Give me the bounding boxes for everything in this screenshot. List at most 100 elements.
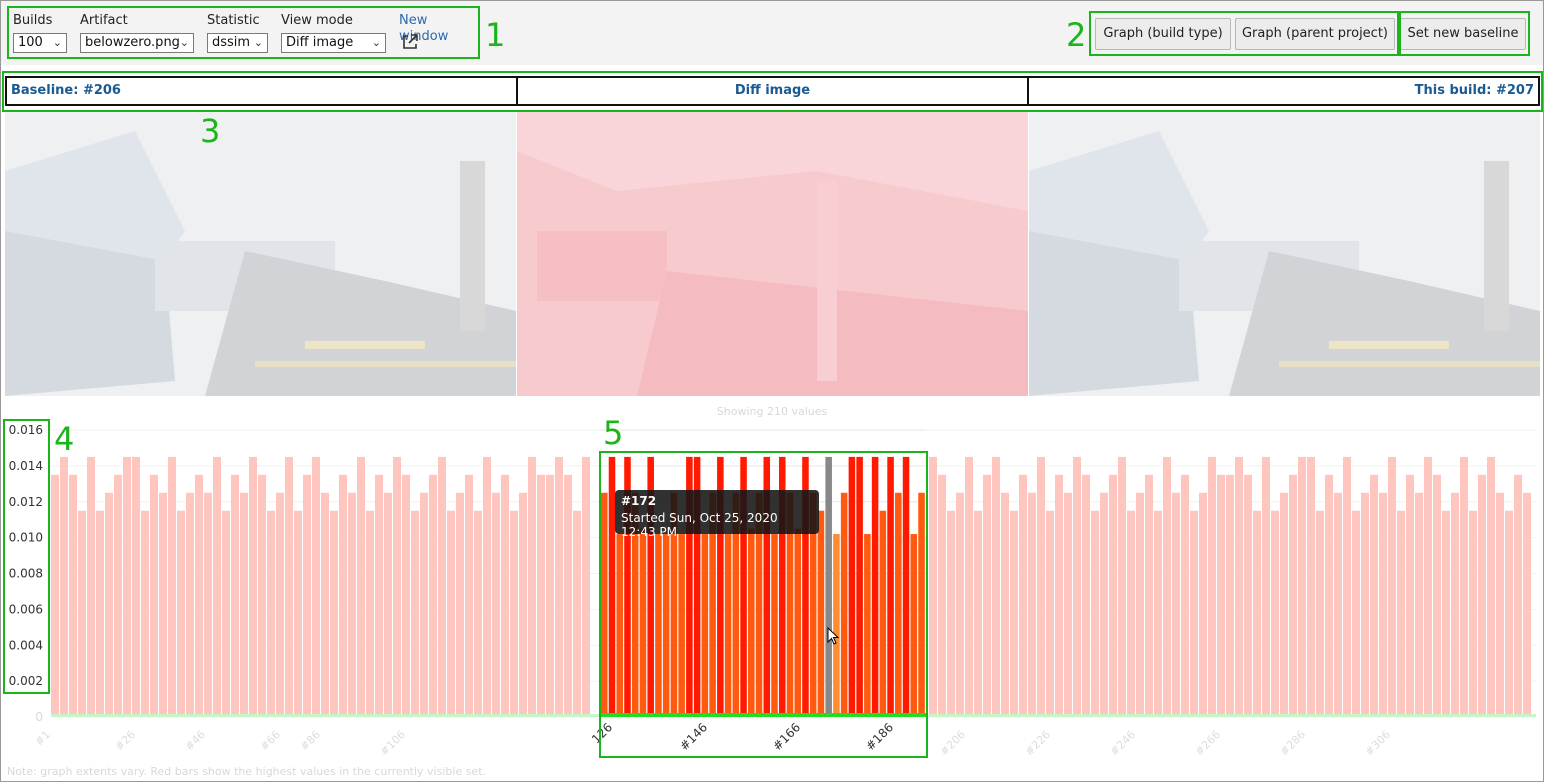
x-tick-label-faint: #46 bbox=[183, 728, 209, 754]
mouse-cursor-icon bbox=[827, 627, 840, 645]
faded-bar bbox=[78, 510, 86, 717]
faded-bar bbox=[141, 510, 149, 717]
faded-bar bbox=[1496, 492, 1504, 717]
x-tick-label-faint: #226 bbox=[1023, 728, 1054, 759]
x-tick-label-faint: #1 bbox=[32, 728, 53, 749]
x-tick-label-faint: #266 bbox=[1193, 728, 1224, 759]
x-tick-label-faint: #106 bbox=[378, 728, 409, 759]
faded-bar bbox=[249, 456, 257, 717]
faded-bar bbox=[564, 474, 572, 717]
callout-5: 5 bbox=[603, 414, 624, 452]
x-tick-label: #166 bbox=[770, 720, 803, 753]
faded-bar bbox=[1370, 474, 1378, 717]
y-tick-label: 0 bbox=[35, 710, 43, 724]
faded-bar bbox=[1244, 474, 1252, 717]
focus-bar bbox=[879, 510, 887, 717]
faded-bar bbox=[1091, 510, 1099, 717]
faded-bar bbox=[929, 456, 937, 717]
focus-bar bbox=[840, 492, 848, 717]
faded-bar bbox=[411, 510, 419, 717]
faded-bar bbox=[1010, 510, 1018, 717]
faded-bar bbox=[384, 492, 392, 717]
y-tick-label: 0.006 bbox=[9, 602, 43, 616]
faded-bar bbox=[1001, 492, 1009, 717]
focus-bar bbox=[678, 534, 685, 717]
faded-bar bbox=[438, 456, 446, 717]
faded-bar bbox=[114, 474, 122, 717]
faded-bar bbox=[1469, 510, 1477, 717]
focus-bar bbox=[616, 534, 624, 717]
faded-bar bbox=[1343, 456, 1351, 717]
faded-bar bbox=[1217, 474, 1225, 717]
focus-bar bbox=[895, 492, 902, 717]
chart-footnote: Note: graph extents vary. Red bars show … bbox=[7, 765, 487, 778]
faded-bar bbox=[965, 456, 973, 717]
faded-bar bbox=[375, 474, 383, 717]
callout-3: 3 bbox=[200, 112, 221, 150]
faded-bar bbox=[1460, 456, 1468, 717]
focus-bar bbox=[662, 534, 670, 717]
x-tick-label-faint: #206 bbox=[938, 728, 969, 759]
faded-bar bbox=[582, 456, 590, 717]
faded-bar bbox=[132, 456, 140, 717]
faded-bar bbox=[956, 492, 964, 717]
faded-bar bbox=[546, 474, 554, 717]
faded-bar bbox=[420, 492, 428, 717]
focus-bar bbox=[887, 456, 894, 717]
faded-bar bbox=[938, 474, 946, 717]
faded-bar bbox=[1298, 456, 1306, 717]
faded-bar bbox=[573, 510, 581, 717]
faded-bar bbox=[1208, 456, 1216, 717]
x-axis-labels: #1 #26 #46 #66 #86 #106 #206 #226 #246 #266 #286 #3… bbox=[32, 720, 1393, 758]
focus-bar bbox=[856, 456, 863, 717]
faded-bar bbox=[213, 456, 221, 717]
y-tick-label: 0.012 bbox=[9, 495, 43, 509]
faded-bar bbox=[1388, 456, 1396, 717]
faded-bar bbox=[1271, 510, 1279, 717]
faded-bar bbox=[501, 474, 509, 717]
callout-4: 4 bbox=[54, 420, 75, 458]
focus-bar bbox=[748, 528, 755, 717]
faded-bar bbox=[1505, 510, 1513, 717]
x-tick-label-faint: #306 bbox=[1363, 728, 1394, 759]
focus-bar bbox=[864, 534, 871, 717]
y-axis-labels: 0 0.002 0.004 0.006 0.008 0.010 0.012 0.014 0.01… bbox=[9, 423, 43, 724]
faded-bar bbox=[429, 474, 437, 717]
faded-bar bbox=[1100, 492, 1108, 717]
callout-1: 1 bbox=[485, 16, 506, 54]
faded-bar bbox=[168, 456, 176, 717]
y-tick-label: 0.016 bbox=[9, 423, 43, 437]
faded-bar bbox=[1442, 510, 1450, 717]
faded-bar bbox=[339, 474, 347, 717]
faded-bar bbox=[1478, 474, 1486, 717]
faded-bar bbox=[240, 492, 248, 717]
faded-bar bbox=[1064, 492, 1072, 717]
faded-bar bbox=[321, 492, 329, 717]
focus-bar bbox=[825, 456, 832, 717]
faded-bar bbox=[1352, 510, 1360, 717]
faded-bar bbox=[992, 456, 1000, 717]
focus-bar bbox=[655, 534, 662, 717]
faded-bar bbox=[285, 456, 293, 717]
tooltip-title: #172 bbox=[621, 494, 657, 508]
faded-bar bbox=[1190, 510, 1198, 717]
faded-bar bbox=[1145, 474, 1153, 717]
focus-bar bbox=[701, 534, 709, 717]
focus-bar bbox=[771, 534, 778, 717]
faded-bar bbox=[393, 456, 401, 717]
y-tick-label: 0.004 bbox=[9, 638, 43, 652]
faded-bar bbox=[60, 456, 68, 717]
faded-bar bbox=[1397, 510, 1405, 717]
faded-bar bbox=[1136, 492, 1144, 717]
faded-bar bbox=[186, 492, 194, 717]
faded-bar bbox=[1415, 492, 1423, 717]
faded-bar bbox=[1307, 456, 1315, 717]
focus-bar bbox=[902, 456, 910, 717]
faded-bar bbox=[1055, 474, 1063, 717]
faded-bar bbox=[69, 474, 77, 717]
faded-bar bbox=[1073, 456, 1081, 717]
focus-bar bbox=[601, 492, 608, 717]
faded-bar bbox=[366, 510, 374, 717]
focus-baseline-line bbox=[601, 713, 926, 717]
focus-bar bbox=[724, 534, 732, 717]
